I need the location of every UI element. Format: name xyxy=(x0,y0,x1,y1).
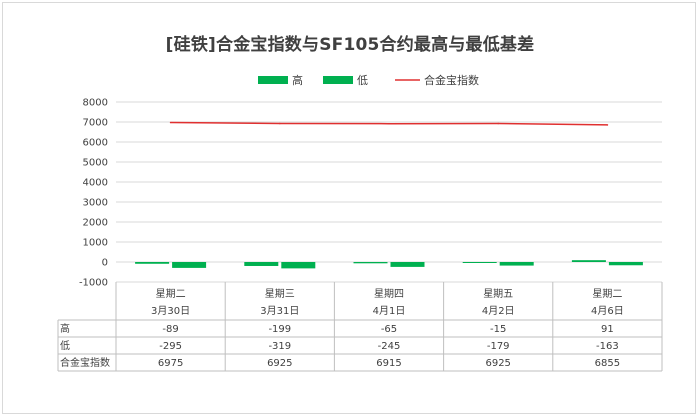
table-value-high-3: -15 xyxy=(490,324,506,335)
bar-low-2 xyxy=(390,262,425,267)
table-value-index-2: 6915 xyxy=(376,358,401,369)
table-row-label-high: 高 xyxy=(60,322,70,335)
table-value-index-4: 6855 xyxy=(595,358,620,369)
bar-low-1 xyxy=(281,262,316,269)
table-value-low-2: -245 xyxy=(378,341,401,352)
y-tick-label-8: 7000 xyxy=(83,118,108,129)
category-date-4: 4月6日 xyxy=(591,305,624,317)
line-point-0 xyxy=(169,121,172,124)
bar-high-3 xyxy=(462,262,497,263)
table-value-high-1: -199 xyxy=(268,324,291,335)
bar-high-0 xyxy=(135,262,170,264)
table-row-label-index: 合金宝指数 xyxy=(60,356,110,369)
y-tick-label-1: 0 xyxy=(102,258,108,269)
y-tick-label-7: 6000 xyxy=(83,138,108,149)
line-point-2 xyxy=(388,122,390,125)
bar-low-3 xyxy=(499,262,534,266)
table-value-index-0: 6975 xyxy=(158,358,183,369)
category-date-1: 3月31日 xyxy=(260,305,299,317)
table-value-high-4: 91 xyxy=(601,324,614,335)
category-date-0: 3月30日 xyxy=(151,305,190,317)
table-value-low-3: -179 xyxy=(487,341,510,352)
line-point-1 xyxy=(279,122,281,125)
category-weekday-1: 星期三 xyxy=(265,288,295,300)
line-point-3 xyxy=(497,122,500,125)
y-tick-label-5: 4000 xyxy=(83,178,108,189)
y-tick-label-3: 2000 xyxy=(83,218,108,229)
bar-low-4 xyxy=(608,262,643,266)
legend-swatch-high xyxy=(258,76,288,84)
legend-label-index: 合金宝指数 xyxy=(424,73,479,87)
category-weekday-2: 星期四 xyxy=(374,288,404,300)
legend-label-low: 低 xyxy=(357,74,368,87)
category-weekday-3: 星期五 xyxy=(483,288,513,300)
bar-high-1 xyxy=(244,262,279,266)
category-weekday-0: 星期二 xyxy=(156,288,186,300)
y-tick-label-0: -1000 xyxy=(79,278,108,289)
table-row-label-low: 低 xyxy=(60,339,70,352)
table-value-index-3: 6925 xyxy=(485,358,510,369)
legend-label-high: 高 xyxy=(292,73,303,87)
bar-low-0 xyxy=(172,262,207,268)
category-date-2: 4月1日 xyxy=(373,305,406,317)
bar-high-4 xyxy=(571,260,606,262)
table-value-index-1: 6925 xyxy=(267,358,292,369)
table-value-low-0: -295 xyxy=(159,341,182,352)
legend-swatch-low xyxy=(323,76,353,84)
table-value-high-0: -89 xyxy=(162,324,178,335)
y-tick-label-2: 1000 xyxy=(83,238,108,249)
category-date-3: 4月2日 xyxy=(482,305,515,317)
category-weekday-4: 星期二 xyxy=(592,288,622,300)
bar-high-2 xyxy=(353,262,388,264)
table-value-high-2: -65 xyxy=(381,324,397,335)
line-point-4 xyxy=(606,124,609,126)
y-tick-label-9: 8000 xyxy=(83,98,108,109)
y-tick-label-4: 3000 xyxy=(83,198,108,209)
table-value-low-4: -163 xyxy=(596,341,619,352)
y-tick-label-6: 5000 xyxy=(83,158,108,169)
chart-svg: -1000010002000300040005000600070008000高低… xyxy=(57,73,663,372)
table-value-low-1: -319 xyxy=(268,341,291,352)
